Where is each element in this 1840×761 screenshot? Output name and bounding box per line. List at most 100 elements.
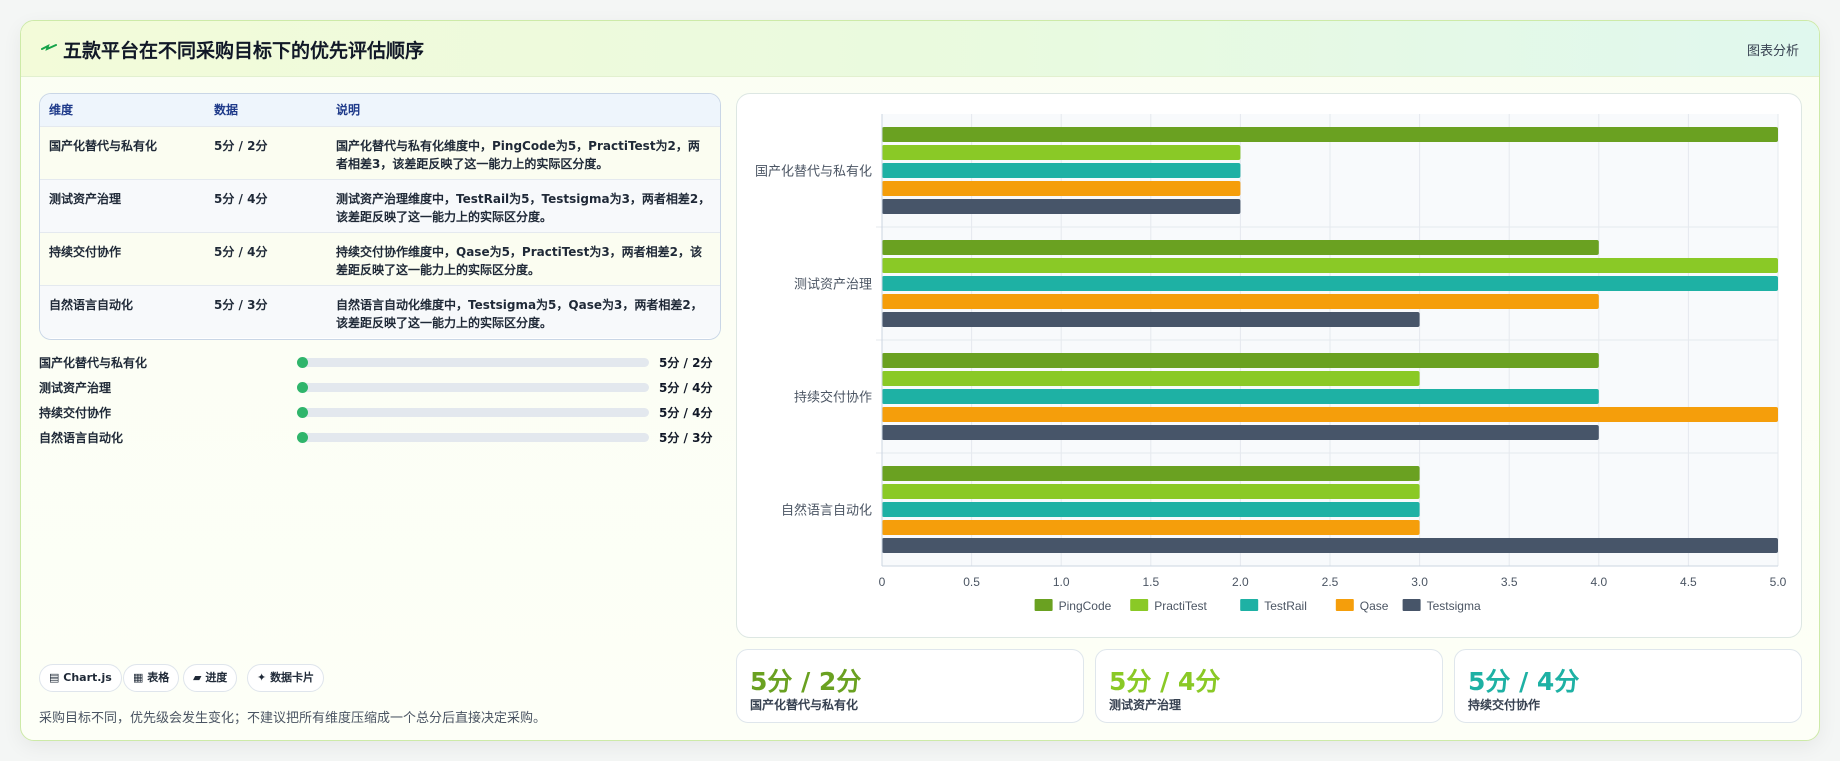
footer-note: 采购目标不同，优先级会发生变化；不建议把所有维度压缩成一个总分后直接决定采购。 (39, 711, 547, 726)
bar-testsigma (882, 312, 1420, 327)
stat-value: 5分 / 2分 (750, 667, 862, 696)
x-tick-label: 2.5 (1322, 575, 1339, 589)
legend-label: TestRail (1264, 599, 1307, 613)
stat-label: 持续交付协作 (1468, 698, 1541, 712)
data-card-icon: ✦ (257, 671, 267, 684)
progress-track (297, 432, 649, 443)
table-header-row: 维度 数据 说明 (40, 94, 720, 126)
table-row: 自然语言自动化 5分 / 3分 自然语言自动化维度中，Testsigma为5，Q… (40, 285, 720, 338)
chip-label: 表格 (147, 671, 170, 684)
x-tick-label: 3.5 (1501, 575, 1518, 589)
dimension-cell: 国产化替代与私有化 (49, 138, 158, 153)
y-category-label: 测试资产治理 (794, 278, 872, 293)
legend-label: Testsigma (1427, 599, 1481, 613)
card-header: 五款平台在不同采购目标下的优先评估顺序 图表分析 (21, 21, 1819, 77)
bar-practitest (882, 145, 1241, 160)
legend-swatch (1034, 599, 1053, 611)
chip-label: 数据卡片 (270, 671, 315, 684)
bar-practitest (882, 484, 1420, 499)
bar-testsigma (882, 199, 1241, 214)
column-header: 数据 (214, 103, 239, 118)
stat-card: 5分 / 2分 国产化替代与私有化 (736, 649, 1084, 723)
x-tick-label: 1.5 (1142, 575, 1159, 589)
chip-label: 进度 (205, 671, 228, 684)
chart-analysis-link[interactable]: 图表分析 (1747, 40, 1799, 59)
legend-swatch (1402, 599, 1421, 611)
bar-testrail (882, 502, 1420, 517)
table-icon: ▦ (133, 671, 144, 684)
legend-swatch (1130, 599, 1149, 611)
progress-value: 5分 / 4分 (659, 381, 713, 395)
progress-label: 持续交付协作 (39, 406, 112, 420)
chip-data-card[interactable]: ✦ 数据卡片 (247, 664, 325, 692)
chip-table[interactable]: ▦ 表格 (123, 664, 180, 692)
progress-track (297, 382, 649, 393)
bar-qase (882, 294, 1599, 309)
y-category-label: 国产化替代与私有化 (755, 165, 872, 180)
progress-value: 5分 / 2分 (659, 356, 713, 370)
progress-fill (297, 382, 308, 393)
spark-icon (41, 44, 57, 51)
chip-progress[interactable]: ▰ 进度 (183, 664, 238, 692)
bar-pingcode (882, 353, 1599, 368)
progress-icon: ▰ (193, 671, 202, 684)
progress-fill (297, 357, 308, 368)
bar-testrail (882, 163, 1241, 178)
stat-value: 5分 / 4分 (1109, 667, 1221, 696)
dimension-cell: 自然语言自动化 (49, 297, 134, 312)
legend-label: PractiTest (1154, 599, 1207, 613)
bar-testsigma (882, 538, 1778, 553)
progress-value: 5分 / 4分 (659, 406, 713, 420)
data-cell: 5分 / 3分 (214, 297, 268, 312)
x-tick-label: 0 (879, 575, 886, 589)
description-cell: 持续交付协作维度中，Qase为5，PractiTest为3，两者相差2，该差距反… (336, 244, 703, 277)
table-row: 测试资产治理 5分 / 4分 测试资产治理维度中，TestRail为5，Test… (40, 179, 720, 232)
stat-card: 5分 / 4分 测试资产治理 (1095, 649, 1443, 723)
progress-label: 国产化替代与私有化 (39, 356, 148, 370)
data-cell: 5分 / 4分 (214, 244, 268, 259)
bar-qase (882, 520, 1420, 535)
analysis-card: 五款平台在不同采购目标下的优先评估顺序 图表分析 维度 数据 说明 国产化替代与… (20, 20, 1820, 741)
data-cell: 5分 / 2分 (214, 138, 268, 153)
description-cell: 国产化替代与私有化维度中，PingCode为5，PractiTest为2，两者相… (336, 138, 700, 171)
progress-value: 5分 / 3分 (659, 431, 713, 445)
progress-row: 国产化替代与私有化 5分 / 2分 (39, 351, 721, 371)
y-category-label: 持续交付协作 (794, 390, 872, 406)
x-tick-label: 4.0 (1590, 575, 1607, 589)
comparison-table: 维度 数据 说明 国产化替代与私有化 5分 / 2分 国产化替代与私有化维度中，… (39, 93, 721, 340)
column-header: 说明 (336, 103, 361, 118)
progress-row: 自然语言自动化 5分 / 3分 (39, 426, 721, 446)
column-header: 维度 (49, 103, 74, 118)
progress-label: 测试资产治理 (39, 381, 112, 395)
legend-swatch (1240, 599, 1259, 611)
stat-card: 5分 / 4分 持续交付协作 (1454, 649, 1802, 723)
x-tick-label: 5.0 (1770, 575, 1787, 589)
progress-fill (297, 432, 308, 443)
stat-value: 5分 / 4分 (1468, 667, 1580, 696)
description-cell: 自然语言自动化维度中，Testsigma为5，Qase为3，两者相差2，该差距反… (336, 297, 703, 330)
dimension-cell: 持续交付协作 (49, 244, 122, 259)
description-cell: 测试资产治理维度中，TestRail为5，Testsigma为3，两者相差2，该… (336, 191, 711, 224)
bar-practitest (882, 258, 1778, 273)
chart-icon: ▤ (49, 671, 60, 684)
chip-label: Chart.js (63, 671, 112, 684)
bar-testrail (882, 276, 1778, 291)
data-cell: 5分 / 4分 (214, 191, 268, 206)
x-tick-label: 0.5 (963, 575, 980, 589)
bar-practitest (882, 371, 1420, 386)
progress-row: 持续交付协作 5分 / 4分 (39, 401, 721, 421)
chip-chartjs[interactable]: ▤ Chart.js (39, 664, 122, 692)
page-title: 五款平台在不同采购目标下的优先评估顺序 (63, 40, 425, 62)
bar-pingcode (882, 466, 1420, 481)
bar-testrail (882, 389, 1599, 404)
progress-label: 自然语言自动化 (39, 431, 124, 445)
bar-qase (882, 407, 1778, 422)
bar-pingcode (882, 240, 1599, 255)
x-tick-label: 2.0 (1232, 575, 1249, 589)
table-row: 持续交付协作 5分 / 4分 持续交付协作维度中，Qase为5，PractiTe… (40, 232, 720, 285)
progress-track (297, 407, 649, 418)
stat-label: 国产化替代与私有化 (750, 698, 859, 712)
x-tick-label: 3.0 (1411, 575, 1428, 589)
x-tick-label: 1.0 (1053, 575, 1070, 589)
table-row: 国产化替代与私有化 5分 / 2分 国产化替代与私有化维度中，PingCode为… (40, 126, 720, 179)
